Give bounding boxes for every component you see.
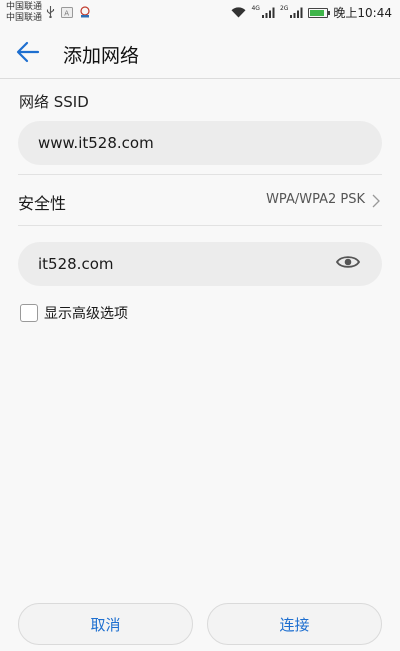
ssid-input[interactable]: [38, 134, 362, 152]
battery-icon: [308, 7, 331, 18]
app-bar: 添加网络: [0, 28, 400, 78]
usb-icon: [46, 6, 55, 18]
password-field[interactable]: [18, 242, 382, 286]
ssid-label: 网络 SSID: [19, 93, 89, 111]
clock: 晚上10:44: [333, 6, 392, 20]
back-button[interactable]: [14, 40, 42, 68]
password-input[interactable]: [38, 255, 362, 273]
signal-icon: [290, 7, 303, 18]
network-type-2: 2G: [279, 4, 289, 12]
signal-icon: [261, 7, 275, 18]
notification-icons: A: [46, 6, 91, 18]
page-title: 添加网络: [63, 45, 140, 67]
security-value: WPA/WPA2 PSK: [266, 192, 365, 207]
system-status: 4G 2G 晚上10:44: [231, 4, 392, 21]
security-selector[interactable]: 安全性 WPA/WPA2 PSK: [0, 175, 400, 225]
advanced-options-checkbox[interactable]: [20, 304, 38, 322]
advanced-options-toggle[interactable]: 显示高级选项: [20, 303, 128, 323]
cancel-button[interactable]: 取消: [18, 603, 193, 645]
arrow-left-icon: [16, 41, 40, 67]
battery-level: [310, 9, 324, 16]
ssid-field[interactable]: [18, 121, 382, 165]
chevron-right-icon: [372, 193, 380, 212]
connect-button[interactable]: 连接: [207, 603, 382, 645]
svg-text:A: A: [64, 9, 69, 17]
app-bar-divider: [0, 78, 400, 79]
security-label: 安全性: [18, 194, 67, 213]
carrier-labels: 中国联通 中国联通: [6, 2, 42, 24]
advanced-options-label: 显示高级选项: [44, 306, 128, 322]
network-type-1: 4G: [251, 4, 260, 12]
carrier-2: 中国联通: [6, 13, 43, 23]
keyboard-icon: A: [61, 6, 73, 18]
carrier-1: 中国联通: [6, 2, 43, 12]
app-notification-icon: [79, 6, 91, 18]
eye-icon: [335, 254, 361, 274]
toggle-password-visibility-button[interactable]: [335, 253, 361, 275]
wifi-icon: [231, 7, 246, 18]
status-bar: 中国联通 中国联通 A 4G 2G 晚上10:44: [0, 0, 400, 28]
divider: [18, 225, 382, 226]
